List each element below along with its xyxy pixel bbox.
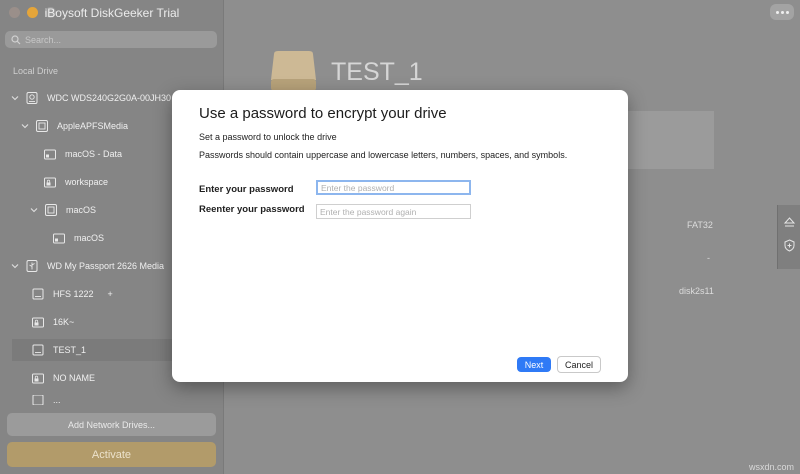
chevron-down-icon[interactable] (30, 206, 38, 214)
sidebar-item-hfs-1222[interactable]: HFS 1222 + (31, 283, 113, 305)
sidebar-item-wd-passport[interactable]: WD My Passport 2626 Media (11, 255, 164, 277)
usb-drive-icon (26, 260, 38, 272)
drive-large-icon (271, 51, 316, 91)
container-icon (45, 204, 57, 216)
file-system-value: FAT32 (687, 220, 713, 230)
reenter-password-label: Reenter your password (199, 204, 305, 215)
more-options-button[interactable] (770, 4, 794, 20)
sidebar-item-label: HFS 1222 (53, 289, 94, 299)
volume-icon (32, 344, 44, 356)
sidebar-item-no-name[interactable]: NO NAME (31, 367, 95, 389)
sidebar-item-label: WDC WDS240G2G0A-00JH30 (47, 93, 172, 103)
sidebar-item-label: 16K~ (53, 317, 75, 327)
volume-icon (53, 233, 65, 244)
container-icon (36, 120, 48, 132)
sidebar-item-label: workspace (65, 177, 109, 187)
search-icon (11, 34, 21, 44)
sidebar-item-label: AppleAPFSMedia (57, 121, 129, 131)
hard-drive-icon (26, 92, 38, 104)
mount-indicator: + (107, 289, 113, 299)
sidebar-item-label: TEST_1 (53, 345, 87, 355)
sidebar-item-label: macOS (66, 205, 97, 215)
dialog-title: Use a password to encrypt your drive (199, 105, 447, 122)
sidebar-item-label: ... (53, 395, 61, 405)
sidebar-item-16k[interactable]: 16K~ (31, 311, 74, 333)
sidebar-item-label: WD My Passport 2626 Media (47, 261, 165, 271)
locked-volume-icon (32, 373, 44, 384)
dialog-password-hint: Passwords should contain uppercase and l… (199, 150, 568, 160)
reenter-password-input[interactable] (316, 204, 471, 219)
watermark: wsxdn.com (748, 462, 794, 472)
sidebar-item-label: macOS (74, 233, 105, 243)
search-placeholder: Search... (25, 34, 62, 45)
sidebar-item-partial[interactable]: ... (31, 395, 61, 405)
sidebar-item-label: NO NAME (53, 373, 96, 383)
sidebar-item-wdc-drive[interactable]: WDC WDS240G2G0A-00JH30 (11, 87, 171, 109)
eject-icon[interactable] (783, 216, 796, 229)
capacity-value: - (707, 253, 710, 263)
password-input[interactable] (316, 180, 471, 195)
volume-icon (32, 395, 44, 405)
right-toolbar (777, 205, 800, 269)
activate-button[interactable]: Activate (7, 442, 216, 467)
sidebar-item-macos-snapshot[interactable]: macOS (52, 227, 104, 249)
chevron-down-icon[interactable] (11, 262, 19, 270)
dialog-description: Set a password to unlock the drive (199, 132, 337, 142)
search-input[interactable]: Search... (5, 31, 217, 48)
window-title: iBoysoft DiskGeeker Trial (44, 6, 180, 20)
chevron-down-icon[interactable] (21, 122, 29, 130)
next-button[interactable]: Next (517, 357, 551, 372)
sidebar-item-label: macOS - Data (65, 149, 123, 159)
sidebar-item-macos[interactable]: macOS (30, 199, 96, 221)
device-value: disk2s11 (679, 286, 714, 296)
add-network-drives-button[interactable]: Add Network Drives... (7, 413, 216, 436)
volume-icon (44, 149, 56, 160)
locked-volume-icon (44, 177, 56, 188)
sidebar-item-macos-data[interactable]: macOS - Data (43, 143, 122, 165)
shield-plus-icon[interactable] (783, 239, 796, 252)
cancel-button[interactable]: Cancel (557, 356, 601, 373)
locked-volume-icon (32, 317, 44, 328)
section-label-local-drive: Local Drive (13, 66, 59, 76)
encrypt-password-dialog: Use a password to encrypt your drive Set… (172, 90, 628, 382)
info-panel (624, 111, 714, 169)
chevron-down-icon[interactable] (11, 94, 19, 102)
sidebar-item-apfs-media[interactable]: AppleAPFSMedia (21, 115, 128, 137)
volume-icon (32, 288, 44, 300)
drive-title: TEST_1 (331, 58, 423, 86)
sidebar-item-workspace[interactable]: workspace (43, 171, 108, 193)
password-label: Enter your password (199, 184, 294, 195)
